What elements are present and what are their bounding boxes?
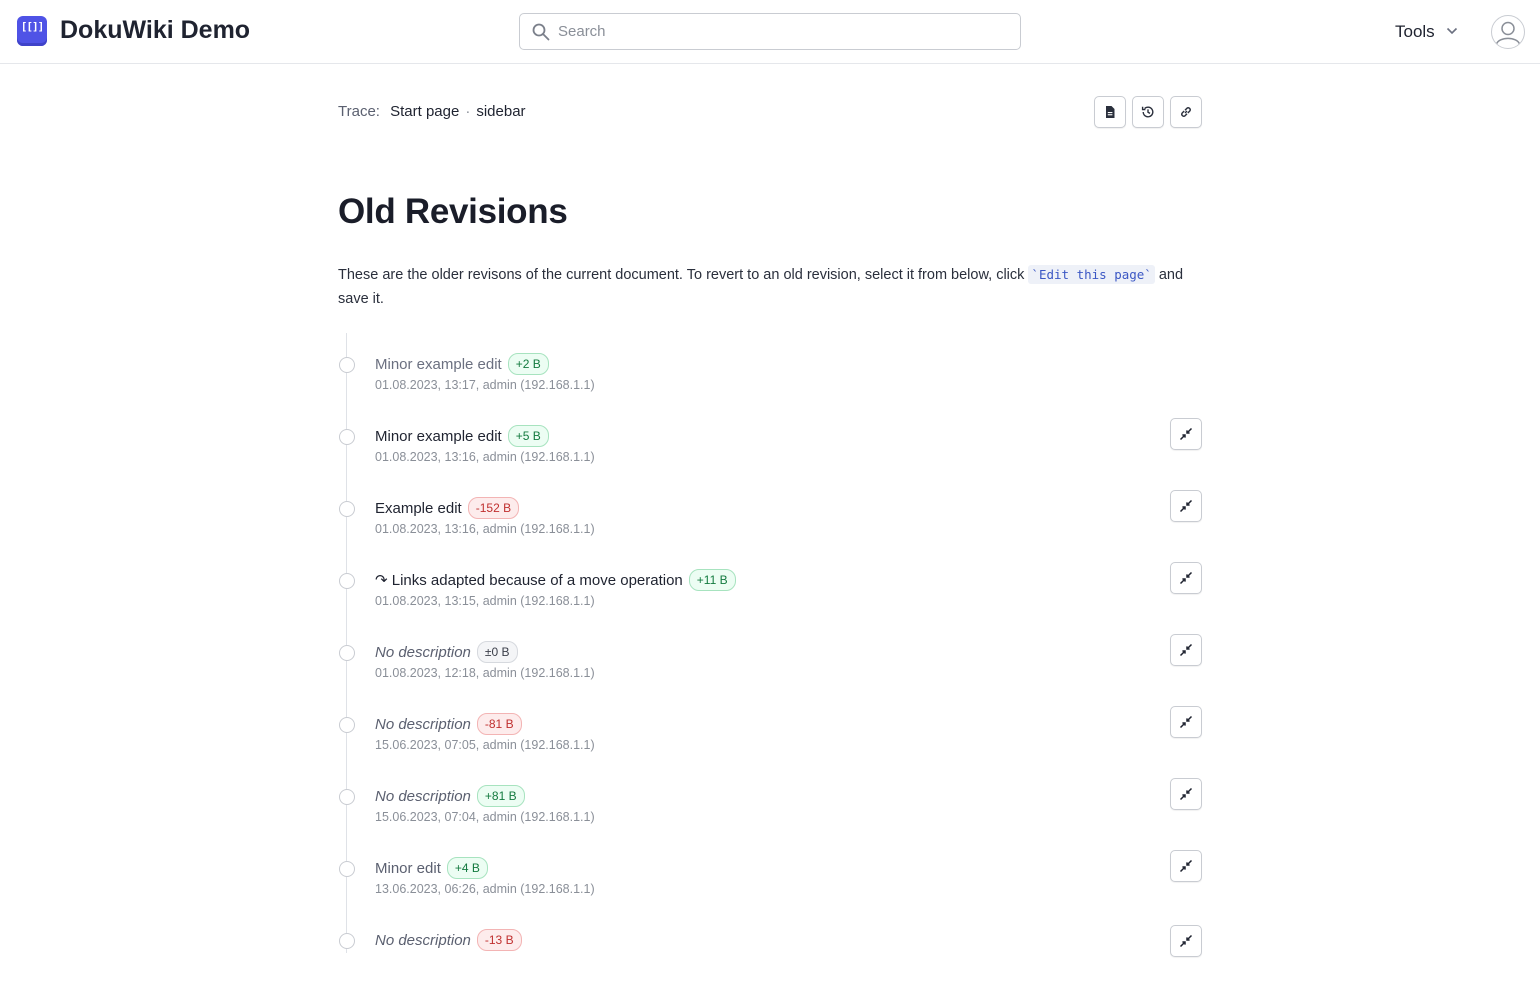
- compare-icon: [1179, 571, 1193, 585]
- revision-meta: 15.06.2023, 07:05, admin (192.168.1.1): [375, 738, 595, 752]
- site-title[interactable]: DokuWiki Demo: [60, 16, 250, 45]
- breadcrumb-sidebar[interactable]: sidebar: [476, 103, 525, 120]
- page-title: Old Revisions: [338, 192, 568, 231]
- compare-button[interactable]: [1170, 490, 1202, 522]
- compare-button[interactable]: [1170, 706, 1202, 738]
- revision-summary: No description -81 B: [375, 713, 522, 735]
- size-change-badge: ±0 B: [476, 641, 518, 663]
- revision-summary: Minor example edit +2 B: [375, 353, 549, 375]
- compare-icon: [1179, 499, 1193, 513]
- size-change-badge: -13 B: [476, 929, 522, 951]
- revision-summary: Minor edit +4 B: [375, 857, 488, 879]
- revision-item: No description -81 B 15.06.2023, 07:05, ad…: [338, 706, 1202, 770]
- revision-checkbox[interactable]: [339, 645, 355, 661]
- compare-icon: [1179, 859, 1193, 873]
- search-icon: [532, 23, 550, 41]
- compare-icon: [1179, 934, 1193, 948]
- revision-item: No description +81 B 15.06.2023, 07:04, ad…: [338, 778, 1202, 842]
- compare-icon: [1179, 787, 1193, 801]
- revision-link[interactable]: ↷ Links adapted because of a move operat…: [375, 572, 683, 589]
- revision-checkbox[interactable]: [339, 501, 355, 517]
- revision-summary: No description ±0 B: [375, 641, 518, 663]
- revision-link[interactable]: Minor example edit: [375, 428, 502, 445]
- search-input[interactable]: [558, 14, 1008, 49]
- revision-meta: 15.06.2023, 07:04, admin (192.168.1.1): [375, 810, 595, 824]
- revision-meta: 01.08.2023, 12:18, admin (192.168.1.1): [375, 666, 595, 680]
- revision-checkbox[interactable]: [339, 717, 355, 733]
- revision-item: No description -13 B: [338, 925, 1202, 986]
- size-change-badge: +81 B: [476, 785, 525, 807]
- revision-checkbox[interactable]: [339, 357, 355, 373]
- revision-item: No description ±0 B 01.08.2023, 12:18, adm…: [338, 634, 1202, 698]
- revision-item: Minor example edit +5 B 01.08.2023, 13:16,…: [338, 418, 1202, 482]
- tools-menu[interactable]: Tools: [1395, 22, 1458, 42]
- breadcrumb-separator: ·: [465, 103, 471, 120]
- compare-button[interactable]: [1170, 778, 1202, 810]
- compare-icon: [1179, 643, 1193, 657]
- edit-page-code: `Edit this page`: [1028, 265, 1155, 284]
- revision-checkbox[interactable]: [339, 789, 355, 805]
- size-change-badge: -81 B: [476, 713, 522, 735]
- revision-summary: No description +81 B: [375, 785, 525, 807]
- revision-meta: 01.08.2023, 13:15, admin (192.168.1.1): [375, 594, 595, 608]
- size-change-badge: +4 B: [446, 857, 488, 879]
- compare-button[interactable]: [1170, 562, 1202, 594]
- revision-summary: No description -13 B: [375, 929, 522, 951]
- revision-summary: Minor example edit +5 B: [375, 425, 549, 447]
- revision-meta: 01.08.2023, 13:16, admin (192.168.1.1): [375, 450, 595, 464]
- compare-button[interactable]: [1170, 850, 1202, 882]
- revision-meta: 01.08.2023, 13:17, admin (192.168.1.1): [375, 378, 595, 392]
- user-avatar-icon[interactable]: [1491, 15, 1525, 49]
- revision-item: Minor example edit +2 B 01.08.2023, 13:17,…: [338, 350, 1202, 410]
- backlinks-button[interactable]: [1170, 96, 1202, 128]
- revision-link[interactable]: No description: [375, 932, 471, 949]
- compare-button[interactable]: [1170, 634, 1202, 666]
- compare-button[interactable]: [1170, 418, 1202, 450]
- chevron-down-icon: [1446, 27, 1458, 35]
- search-box[interactable]: [519, 13, 1021, 50]
- document-icon: [1106, 106, 1115, 118]
- view-page-button[interactable]: [1094, 96, 1126, 128]
- intro-text: These are the older revisons of the curr…: [338, 263, 1198, 311]
- link-icon: [1181, 107, 1191, 117]
- trace-label: Trace:: [338, 103, 380, 120]
- revision-link[interactable]: No description: [375, 644, 471, 661]
- size-change-badge: +11 B: [688, 569, 736, 591]
- revision-checkbox[interactable]: [339, 429, 355, 445]
- compare-icon: [1179, 427, 1193, 441]
- size-change-badge: +5 B: [507, 425, 549, 447]
- revision-checkbox[interactable]: [339, 861, 355, 877]
- revision-link[interactable]: No description: [375, 716, 471, 733]
- revision-item: Example edit -152 B 01.08.2023, 13:16, adm…: [338, 490, 1202, 554]
- revision-summary: ↷ Links adapted because of a move operat…: [375, 569, 736, 591]
- revision-link[interactable]: Minor edit: [375, 860, 441, 877]
- compare-icon: [1179, 715, 1193, 729]
- breadcrumb: Trace: Start page · sidebar: [338, 103, 526, 120]
- size-change-badge: +2 B: [507, 353, 549, 375]
- revision-link[interactable]: Minor example edit: [375, 356, 502, 373]
- revision-summary: Example edit -152 B: [375, 497, 520, 519]
- tools-label: Tools: [1395, 22, 1435, 41]
- top-bar: [[]] DokuWiki Demo Tools: [0, 0, 1540, 64]
- revision-checkbox[interactable]: [339, 933, 355, 949]
- revision-link[interactable]: No description: [375, 788, 471, 805]
- old-revisions-button[interactable]: [1132, 96, 1164, 128]
- revision-item: Minor edit +4 B 13.06.2023, 06:26, admin (…: [338, 850, 1202, 914]
- intro-text-before: These are the older revisons of the curr…: [338, 267, 1029, 283]
- dokuwiki-logo-icon[interactable]: [[]]: [17, 16, 47, 46]
- revision-checkbox[interactable]: [339, 573, 355, 589]
- history-icon: [1141, 106, 1154, 118]
- breadcrumb-start-page[interactable]: Start page: [390, 103, 459, 120]
- revision-item: ↷ Links adapted because of a move operat…: [338, 562, 1202, 626]
- revision-link[interactable]: Example edit: [375, 500, 462, 517]
- compare-button[interactable]: [1170, 925, 1202, 957]
- revision-meta: 13.06.2023, 06:26, admin (192.168.1.1): [375, 882, 595, 896]
- revision-meta: 01.08.2023, 13:16, admin (192.168.1.1): [375, 522, 595, 536]
- size-change-badge: -152 B: [467, 497, 520, 519]
